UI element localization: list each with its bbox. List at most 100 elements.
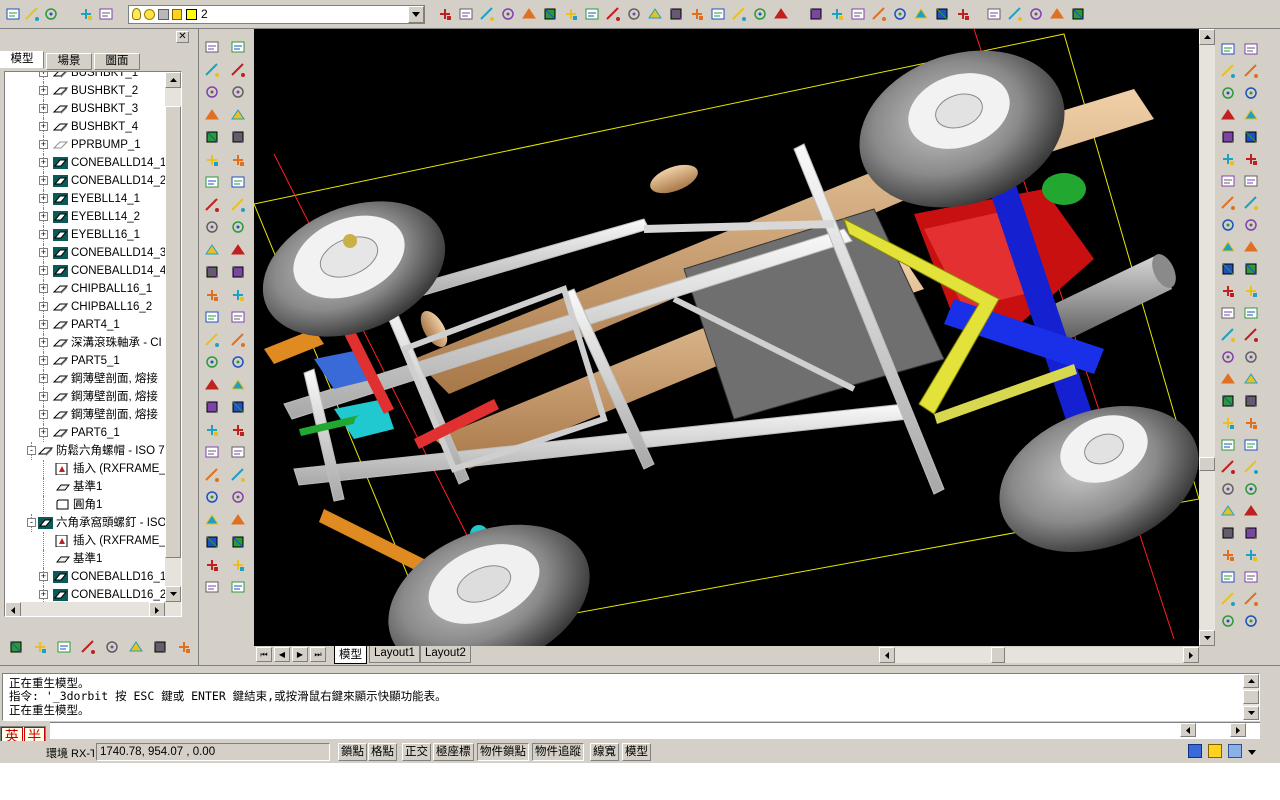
3d-viewport[interactable] (254, 29, 1199, 646)
vertical-tool-button[interactable] (1241, 105, 1261, 125)
vertical-tool-button[interactable] (202, 465, 222, 485)
tree-item[interactable]: + EYEBLL14_1 (5, 190, 170, 208)
toolbar-button[interactable] (911, 4, 931, 24)
chevron-down-icon[interactable] (1248, 746, 1256, 759)
vertical-tool-button[interactable] (202, 397, 222, 417)
tree-item[interactable]: + 鋼薄壁剖面, 熔接 (5, 388, 170, 406)
vertical-tool-button[interactable] (1218, 501, 1238, 521)
vertical-tool-button[interactable] (1241, 127, 1261, 147)
tab-nav-button[interactable]: ⏮ (256, 647, 272, 662)
close-icon[interactable]: ✕ (176, 31, 189, 43)
file-tool-button[interactable] (41, 4, 61, 24)
scroll-down-icon[interactable] (1243, 706, 1259, 720)
tab-layout-model[interactable]: 模型 (334, 646, 367, 664)
file-tool-button[interactable] (22, 4, 42, 24)
toolbar-button[interactable] (687, 4, 707, 24)
tree-item[interactable]: + CONEBALLD14_4 (5, 262, 170, 280)
vertical-tool-button[interactable] (1241, 149, 1261, 169)
toolbar-button[interactable] (561, 4, 581, 24)
tree-item[interactable]: + CONEBALLD14_2 (5, 172, 170, 190)
vertical-tool-button[interactable] (1241, 193, 1261, 213)
toolbar-button[interactable] (645, 4, 665, 24)
panel-tool-button[interactable] (78, 637, 98, 657)
vertical-tool-button[interactable] (1241, 567, 1261, 587)
toolbar-button[interactable] (890, 4, 910, 24)
view-tool-button[interactable] (76, 4, 96, 24)
expand-icon[interactable]: + (39, 158, 48, 167)
scroll-thumb[interactable] (991, 647, 1005, 663)
vertical-tool-button[interactable] (228, 150, 248, 170)
vertical-tool-button[interactable] (228, 307, 248, 327)
toolbar-button[interactable] (750, 4, 770, 24)
tab-scene[interactable]: 場景 (46, 53, 92, 70)
toolbar-button[interactable] (708, 4, 728, 24)
status-toggle-button[interactable]: 模型 (622, 743, 651, 761)
vertical-tool-button[interactable] (228, 420, 248, 440)
vertical-tool-button[interactable] (202, 285, 222, 305)
tree-item[interactable]: + PART6_1 (5, 424, 170, 442)
toolbar-button[interactable] (953, 4, 973, 24)
expand-icon[interactable]: + (39, 374, 48, 383)
tree-item[interactable]: + CONEBALLD14_3 (5, 244, 170, 262)
panel-tool-button[interactable] (150, 637, 170, 657)
toolbar-button[interactable] (932, 4, 952, 24)
collapse-icon[interactable]: - (27, 446, 36, 455)
vertical-tool-button[interactable] (1241, 61, 1261, 81)
vertical-tool-button[interactable] (228, 262, 248, 282)
toolbar-button[interactable] (771, 4, 791, 24)
toolbar-button[interactable] (498, 4, 518, 24)
vertical-tool-button[interactable] (202, 82, 222, 102)
tree-item[interactable]: + BUSHBKT_2 (5, 82, 170, 100)
scroll-up-icon[interactable] (1243, 674, 1259, 688)
vertical-tool-button[interactable] (202, 127, 222, 147)
tab-layout2[interactable]: Layout2 (420, 646, 471, 663)
vertical-tool-button[interactable] (1241, 611, 1261, 631)
panel-tool-button[interactable] (54, 637, 74, 657)
status-toggle-button[interactable]: 線寬 (590, 743, 619, 761)
vertical-tool-button[interactable] (1218, 611, 1238, 631)
vertical-tool-button[interactable] (202, 37, 222, 57)
vertical-tool-button[interactable] (228, 172, 248, 192)
vertical-tool-button[interactable] (228, 195, 248, 215)
toolbar-button[interactable] (1068, 4, 1088, 24)
status-toggle-button[interactable]: 物件鎖點 (477, 743, 529, 761)
vertical-tool-button[interactable] (202, 60, 222, 80)
tree-item[interactable]: 基準1 (5, 478, 170, 496)
expand-icon[interactable]: + (39, 194, 48, 203)
vertical-tool-button[interactable] (1241, 215, 1261, 235)
vertical-tool-button[interactable] (1218, 325, 1238, 345)
expand-icon[interactable]: + (39, 590, 48, 599)
vertical-tool-button[interactable] (202, 172, 222, 192)
expand-icon[interactable]: + (39, 248, 48, 257)
expand-icon[interactable]: + (39, 392, 48, 401)
scroll-down-icon[interactable] (1199, 630, 1215, 646)
vertical-tool-button[interactable] (228, 82, 248, 102)
vertical-tool-button[interactable] (1218, 39, 1238, 59)
vertical-tool-button[interactable] (1218, 479, 1238, 499)
toolbar-button[interactable] (848, 4, 868, 24)
tab-model[interactable]: 模型 (0, 51, 44, 68)
toolbar-button[interactable] (1026, 4, 1046, 24)
scroll-thumb[interactable] (1243, 690, 1259, 704)
vertical-tool-button[interactable] (1218, 193, 1238, 213)
tree-item[interactable]: + EYEBLL16_1 (5, 226, 170, 244)
vertical-tool-button[interactable] (1218, 457, 1238, 477)
vertical-tool-button[interactable] (1241, 413, 1261, 433)
toolbar-button[interactable] (477, 4, 497, 24)
expand-icon[interactable]: + (39, 86, 48, 95)
toolbar-button[interactable] (827, 4, 847, 24)
vertical-tool-button[interactable] (202, 352, 222, 372)
toolbar-button[interactable] (666, 4, 686, 24)
toolbar-button[interactable] (729, 4, 749, 24)
vertical-tool-button[interactable] (228, 60, 248, 80)
vertical-tool-button[interactable] (202, 217, 222, 237)
tree-vscrollbar[interactable] (165, 72, 181, 602)
expand-icon[interactable]: + (39, 72, 48, 77)
layer-dropdown[interactable]: 2 (128, 5, 425, 24)
tree-hscrollbar[interactable] (5, 602, 181, 616)
command-input-line[interactable] (50, 722, 1260, 739)
vertical-tool-button[interactable] (1218, 61, 1238, 81)
panel-tool-button[interactable] (126, 637, 146, 657)
vertical-tool-button[interactable] (202, 195, 222, 215)
vertical-tool-button[interactable] (1218, 171, 1238, 191)
